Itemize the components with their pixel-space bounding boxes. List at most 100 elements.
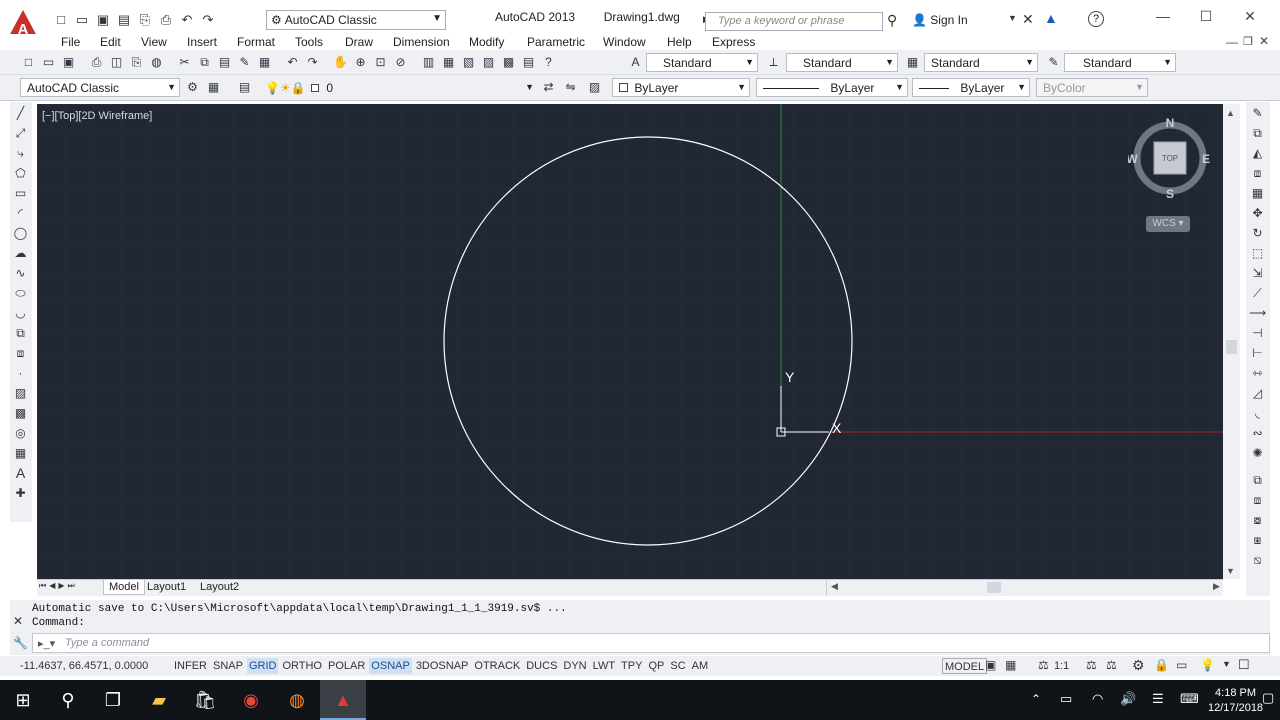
status-menu-icon[interactable]: ▼ [1222, 659, 1231, 669]
lock-ui-icon[interactable]: 🔒 [1154, 658, 1169, 672]
bring-above-icon[interactable]: ⧆ [1249, 532, 1266, 549]
toggle-polar[interactable]: POLAR [326, 658, 367, 674]
menu-express[interactable]: Express [712, 35, 755, 49]
minimize-button[interactable]: — [1153, 8, 1173, 24]
gear-icon[interactable]: ⚙ [184, 79, 201, 96]
next-tab-icon[interactable]: ▶ [58, 581, 64, 591]
coordinates-readout[interactable]: -11.4637, 66.4571, 0.0000 [20, 660, 148, 672]
open-icon[interactable]: ▭ [73, 11, 91, 29]
vertical-scrollbar[interactable]: ▲ ▼ [1223, 104, 1240, 579]
save-icon[interactable]: ▣ [60, 54, 77, 71]
search-icon[interactable]: ⚲ [45, 680, 91, 720]
file-explorer-icon[interactable]: ▰ [136, 680, 182, 720]
new-icon[interactable]: □ [52, 11, 70, 29]
hatch-icon[interactable]: ▨ [12, 385, 29, 402]
binoculars-icon[interactable]: ⚲ [887, 12, 897, 29]
rectangle-icon[interactable]: ▭ [12, 185, 29, 202]
first-tab-icon[interactable]: ⏮ [39, 581, 46, 591]
workspace-switching-icon[interactable]: ⚙ [1132, 657, 1145, 674]
h-scroll-thumb[interactable] [987, 582, 1001, 593]
exchange-icon[interactable]: ✕ [1022, 11, 1034, 28]
region-icon[interactable]: ◎ [12, 425, 29, 442]
toggle-sc[interactable]: SC [668, 658, 687, 674]
toggle-ducs[interactable]: DUCS [524, 658, 559, 674]
design-center-icon[interactable]: ▦ [440, 54, 457, 71]
close-button[interactable]: ✕ [1240, 8, 1260, 25]
customize-wrench-icon[interactable]: 🔧 [13, 636, 28, 650]
mleader-style-dropdown[interactable]: Standard ▼ [1064, 53, 1176, 72]
gradient-icon[interactable]: ▩ [12, 405, 29, 422]
zoom-window-icon[interactable]: ⊡ [372, 54, 389, 71]
construction-line-icon[interactable]: ⤢ [12, 125, 29, 142]
lineweight-dropdown[interactable]: ByLayer ▼ [912, 78, 1030, 97]
revision-cloud-icon[interactable]: ☁ [12, 245, 29, 262]
tool-palettes-icon[interactable]: ▧ [460, 54, 477, 71]
markup-icon[interactable]: ▩ [500, 54, 517, 71]
break-at-point-icon[interactable]: ⊣ [1249, 325, 1266, 342]
toggle-tpy[interactable]: TPY [619, 658, 644, 674]
layer-properties-icon[interactable]: ▤ [236, 79, 253, 96]
quick-view-drawings-icon[interactable]: ▦ [1005, 658, 1016, 672]
quickcalc-icon[interactable]: ▤ [520, 54, 537, 71]
doc-minimize-button[interactable]: — [1226, 35, 1238, 49]
help-icon[interactable]: ? [540, 54, 557, 71]
table-icon[interactable]: ▦ [12, 445, 29, 462]
workspace-combo[interactable]: AutoCAD Classic ▼ [20, 78, 180, 97]
toggle-ortho[interactable]: ORTHO [280, 658, 324, 674]
network-icon[interactable]: ◠ [1092, 691, 1103, 707]
model-space-button[interactable]: MODEL [942, 658, 988, 674]
chevron-down-icon[interactable]: ▼ [1008, 13, 1017, 23]
viewport-controls-label[interactable]: [−][Top][2D Wireframe] [42, 110, 152, 122]
tab-layout2[interactable]: Layout2 [200, 581, 239, 593]
toggle-grid[interactable]: GRID [246, 658, 279, 674]
stretch-icon[interactable]: ⇲ [1249, 265, 1266, 282]
scale-icon[interactable]: ⬚ [1249, 245, 1266, 262]
doc-close-button[interactable]: ✕ [1259, 34, 1269, 48]
erase-icon[interactable]: ✎ [1249, 105, 1266, 122]
move-icon[interactable]: ✥ [1249, 205, 1266, 222]
redo-icon[interactable]: ↷ [304, 54, 321, 71]
wcs-menu[interactable]: WCS ▾ [1146, 216, 1190, 232]
copy-icon[interactable]: ⧉ [196, 54, 213, 71]
save-icon[interactable]: ▣ [94, 11, 112, 29]
properties-icon[interactable]: ▥ [420, 54, 437, 71]
draw-order-icon[interactable]: ⧉ [1249, 472, 1266, 489]
blend-curves-icon[interactable]: ∾ [1249, 425, 1266, 442]
annotation-scale[interactable]: 1:1 [1054, 660, 1069, 672]
linetype-dropdown[interactable]: ByLayer ▼ [756, 78, 908, 97]
extend-icon[interactable]: ⟶ [1249, 305, 1266, 322]
viewcube[interactable]: TOP N S W E [1126, 116, 1212, 201]
command-prompt-icon[interactable]: ▸_▾ [38, 637, 55, 650]
arc-icon[interactable]: ◜ [12, 205, 29, 222]
undo-icon[interactable]: ↶ [178, 11, 196, 29]
plot-icon[interactable]: ⎙ [88, 54, 105, 71]
hardware-acceleration-icon[interactable]: ▭ [1176, 658, 1187, 672]
isolate-objects-icon[interactable]: 💡 [1200, 658, 1215, 672]
multiline-text-icon[interactable]: A [12, 465, 29, 482]
scroll-up-icon[interactable]: ▲ [1226, 108, 1235, 118]
toggle-osnap[interactable]: OSNAP [369, 658, 412, 674]
publish-icon[interactable]: ⎘ [128, 54, 145, 71]
drawing-area[interactable]: Y X [37, 104, 1223, 579]
prev-tab-icon[interactable]: ◀ [49, 581, 55, 591]
menu-file[interactable]: File [61, 35, 80, 49]
mirror-icon[interactable]: ◭ [1249, 145, 1266, 162]
line-icon[interactable]: ╱ [12, 105, 29, 122]
task-view-icon[interactable]: ❐ [90, 680, 136, 720]
show-hidden-icons[interactable]: ⌃ [1031, 692, 1041, 706]
auto-scale-icon[interactable]: ⚖ [1106, 658, 1117, 672]
autocad-taskbar-icon[interactable]: ▲ [320, 680, 366, 720]
toggle-infer[interactable]: INFER [172, 658, 209, 674]
spline-icon[interactable]: ∿ [12, 265, 29, 282]
close-command-line-icon[interactable]: ✕ [13, 614, 23, 628]
firefox-icon[interactable]: ◍ [274, 680, 320, 720]
menu-tools[interactable]: Tools [295, 35, 323, 49]
redo-icon[interactable]: ↷ [199, 11, 217, 29]
menu-draw[interactable]: Draw [345, 35, 373, 49]
insert-block-icon[interactable]: ⧉ [12, 325, 29, 342]
join-icon[interactable]: ⇿ [1249, 365, 1266, 382]
block-editor-icon[interactable]: ▦ [256, 54, 273, 71]
paste-icon[interactable]: ▤ [216, 54, 233, 71]
text-style-dropdown[interactable]: Standard ▼ [646, 53, 758, 72]
menu-parametric[interactable]: Parametric [527, 35, 585, 49]
